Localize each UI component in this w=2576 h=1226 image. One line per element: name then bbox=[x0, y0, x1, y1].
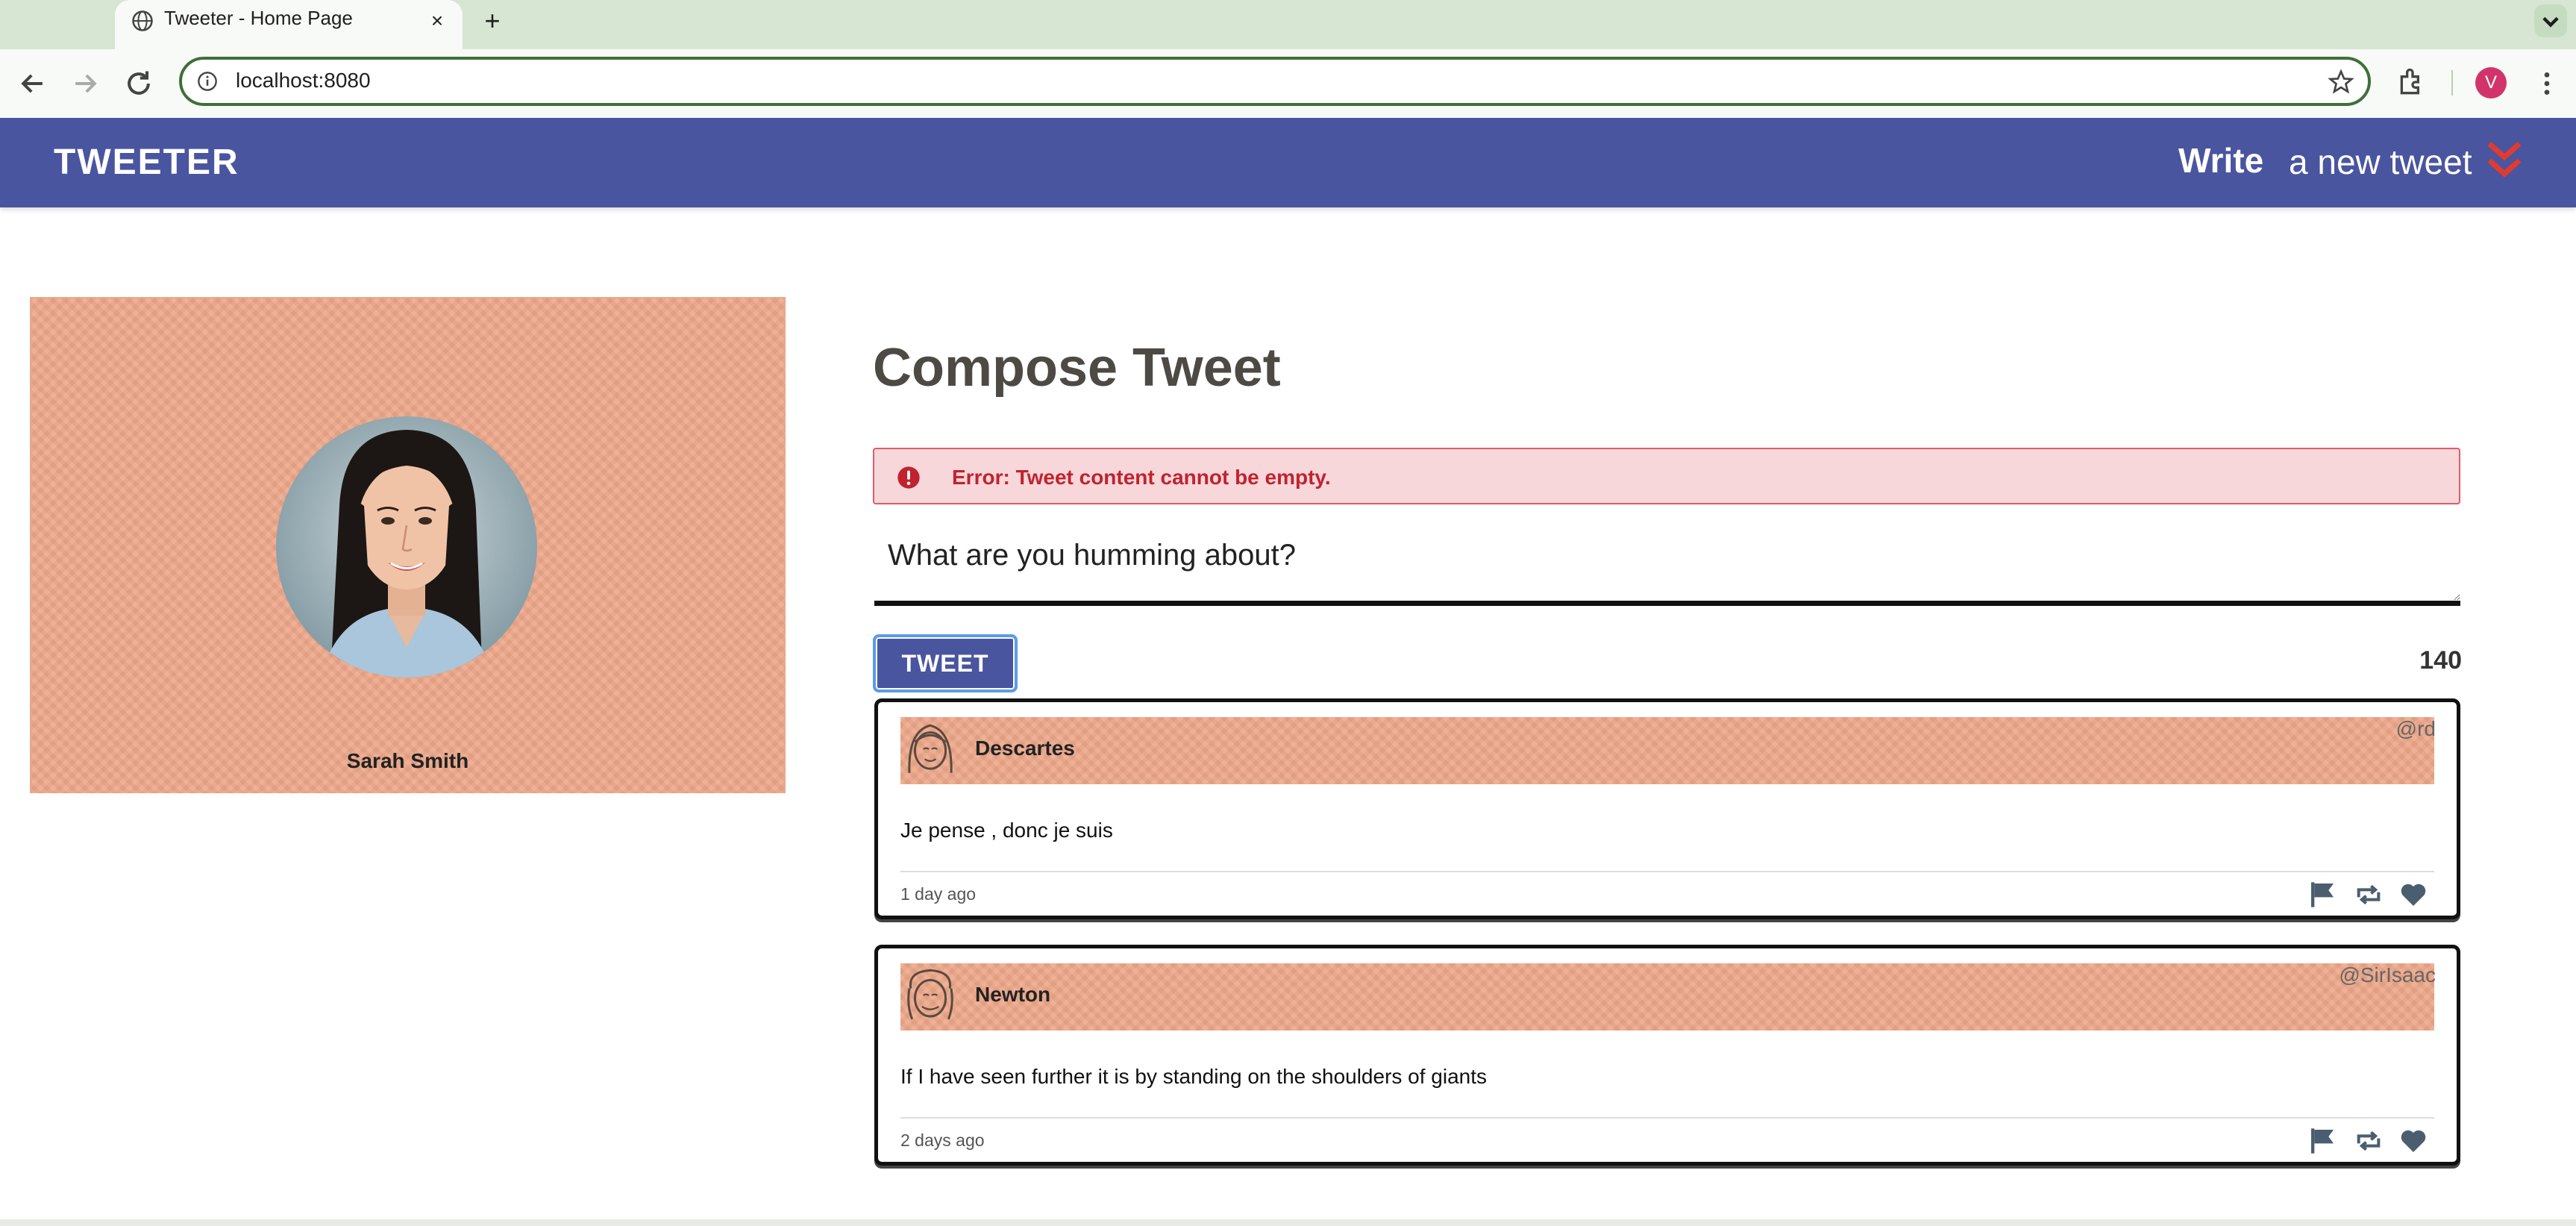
tweet-text: If I have seen further it is by standing… bbox=[900, 1065, 1488, 1088]
kebab-menu-icon[interactable] bbox=[2532, 67, 2562, 100]
error-icon bbox=[897, 466, 920, 489]
tweet-timestamp: 2 days ago bbox=[900, 1130, 985, 1150]
character-counter: 140 bbox=[2419, 646, 2462, 675]
user-avatar-icon bbox=[907, 969, 953, 1020]
plus-icon[interactable]: + bbox=[477, 6, 507, 36]
profile-avatar bbox=[276, 416, 537, 678]
tab-title: Tweeter - Home Page bbox=[164, 7, 353, 29]
write-new-tweet-text[interactable]: a new tweet bbox=[2289, 142, 2472, 182]
page-bottom-edge bbox=[0, 1219, 2576, 1226]
browser-profile-avatar[interactable]: V bbox=[2475, 67, 2507, 98]
globe-icon bbox=[132, 10, 153, 31]
tweet-divider bbox=[900, 1117, 2434, 1119]
tweet-author-name: Newton bbox=[975, 983, 1051, 1006]
tweet-divider bbox=[900, 871, 2434, 872]
tweet-actions bbox=[2307, 880, 2434, 910]
browser-tabstrip: Tweeter - Home Page × + bbox=[0, 0, 2576, 49]
flag-icon[interactable] bbox=[2307, 1126, 2337, 1156]
url-text: localhost:8080 bbox=[236, 69, 371, 92]
error-alert: Error: Tweet content cannot be empty. bbox=[873, 448, 2460, 504]
star-icon[interactable] bbox=[2328, 69, 2354, 96]
tweet-actions bbox=[2307, 1126, 2434, 1156]
extensions-icon[interactable] bbox=[2396, 66, 2429, 98]
user-avatar-icon bbox=[908, 724, 953, 773]
tweet-card: Newton @SirIsaac If I have seen further … bbox=[874, 945, 2460, 1166]
close-icon[interactable]: × bbox=[425, 9, 449, 33]
tweet-timestamp: 1 day ago bbox=[900, 884, 977, 904]
retweet-icon[interactable] bbox=[2354, 880, 2384, 910]
heart-icon[interactable] bbox=[2398, 1126, 2428, 1156]
chevron-down-icon bbox=[2542, 16, 2559, 28]
address-bar[interactable]: localhost:8080 bbox=[179, 57, 2371, 106]
back-icon[interactable] bbox=[16, 67, 49, 100]
tweet-submit-button[interactable]: TWEET bbox=[873, 634, 1018, 692]
tweet-author-handle: @SirIsaac bbox=[2339, 963, 2436, 986]
browser-toolbar: localhost:8080 V bbox=[0, 49, 2576, 118]
reload-icon[interactable] bbox=[122, 67, 155, 100]
tweet-header: Newton @SirIsaac bbox=[900, 963, 2436, 1030]
tweet-card: Descartes @rd Je pense , donc je suis 1 … bbox=[874, 698, 2460, 919]
tab-search-button[interactable] bbox=[2534, 4, 2567, 37]
double-chevron-down-icon[interactable] bbox=[2484, 139, 2525, 182]
brand-logo[interactable]: TWEETER bbox=[54, 142, 239, 183]
profile-name: Sarah Smith bbox=[346, 749, 469, 772]
forward-icon[interactable] bbox=[69, 67, 101, 100]
heart-icon[interactable] bbox=[2398, 880, 2428, 910]
retweet-icon[interactable] bbox=[2354, 1126, 2384, 1156]
profile-card: Sarah Smith bbox=[30, 297, 786, 793]
page-title: Compose Tweet bbox=[873, 338, 1281, 398]
app-navbar: TWEETER Write a new tweet bbox=[0, 118, 2576, 207]
browser-tab[interactable]: Tweeter - Home Page × bbox=[115, 0, 463, 49]
tweet-author-handle: @rd bbox=[2395, 717, 2436, 740]
tweet-header: Descartes @rd bbox=[900, 717, 2436, 784]
flag-icon[interactable] bbox=[2307, 880, 2337, 910]
tweet-textarea[interactable] bbox=[874, 530, 2460, 606]
toolbar-divider bbox=[2451, 70, 2453, 96]
error-message: Error: Tweet content cannot be empty. bbox=[952, 466, 1331, 489]
tweet-author-name: Descartes bbox=[975, 736, 1075, 760]
tweet-text: Je pense , donc je suis bbox=[900, 819, 1113, 842]
write-new-tweet-link[interactable]: Write bbox=[2178, 140, 2263, 181]
site-info-icon[interactable] bbox=[197, 71, 218, 92]
